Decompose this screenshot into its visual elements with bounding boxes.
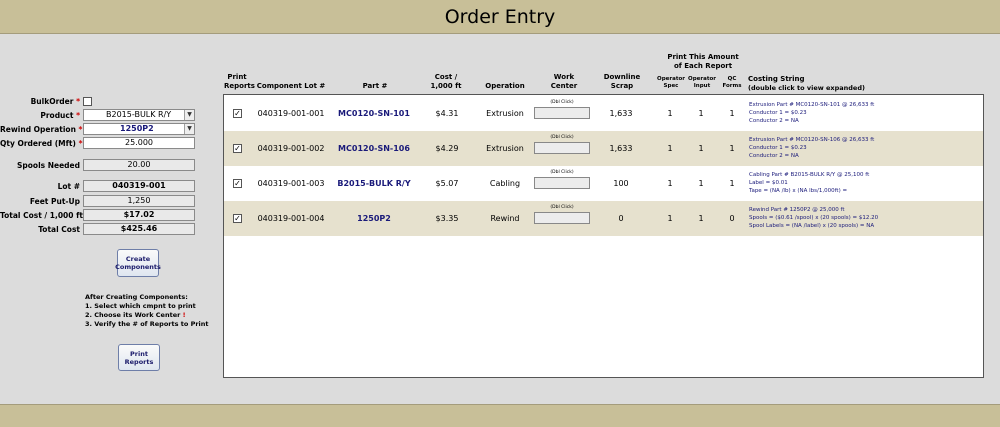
- table-row[interactable]: ✓ 040319-001-003 B2015-BULK R/Y $5.07 Ca…: [224, 166, 983, 201]
- qty-ordered-label: Qty Ordered (Mft) *: [0, 139, 83, 148]
- row-costing-string[interactable]: Cabling Part # B2015-BULK R/Y @ 25,100 f…: [749, 171, 869, 195]
- row-operation: Rewind: [490, 214, 520, 223]
- header-operator-input: Operator Input: [688, 76, 716, 89]
- row-dbl-click-hint: (Dbl Click): [550, 135, 574, 140]
- row-cost: $4.31: [435, 109, 459, 118]
- total-cost-per-1000-value: $17.02: [83, 209, 195, 221]
- row-part: 1250P2: [357, 214, 391, 223]
- footer-bar: [0, 404, 1000, 427]
- row-dbl-click-hint: (Dbl Click): [550, 170, 574, 175]
- bulk-order-checkbox[interactable]: [83, 97, 92, 106]
- row-component-lot: 040319-001-004: [257, 214, 325, 223]
- header-work-center: Work Center: [550, 73, 578, 90]
- row-operator-input[interactable]: 1: [695, 109, 707, 118]
- table-row[interactable]: ✓ 040319-001-001 MC0120-SN-101 $4.31 Ext…: [224, 96, 983, 131]
- row-cost: $4.29: [435, 144, 459, 153]
- row-component-lot: 040319-001-002: [257, 144, 325, 153]
- header-print-amount-group: Print This Amount of Each Report: [667, 53, 739, 70]
- row-print-checkbox[interactable]: ✓: [233, 214, 242, 223]
- instruction-step-1: 1. Select which cmpnt to print: [85, 302, 196, 310]
- row-print-checkbox[interactable]: ✓: [233, 144, 242, 153]
- row-part: MC0120-SN-101: [338, 109, 410, 118]
- header-part: Part #: [362, 82, 388, 90]
- row-work-center-input[interactable]: [534, 212, 590, 224]
- header-operator-spec: Operator Spec: [657, 76, 685, 89]
- total-cost-value: $425.46: [83, 223, 195, 235]
- product-label: Product *: [40, 111, 80, 120]
- print-reports-button[interactable]: Print Reports: [118, 344, 160, 371]
- row-operation: Cabling: [489, 179, 521, 188]
- row-work-center-input[interactable]: [534, 107, 590, 119]
- rewind-operation-value: 1250P2: [120, 124, 154, 133]
- total-cost-per-1000-label: Total Cost / 1,000 ft: [0, 211, 83, 220]
- chevron-down-icon[interactable]: ▼: [184, 110, 194, 120]
- row-print-checkbox[interactable]: ✓: [233, 179, 242, 188]
- row-costing-string[interactable]: Extrusion Part # MC0120-SN-101 @ 26,633 …: [749, 101, 874, 125]
- feet-put-up-label: Feet Put-Up: [29, 197, 80, 206]
- row-cost: $3.35: [435, 214, 459, 223]
- header-costing-hint: (double click to view expanded): [748, 84, 865, 92]
- row-work-center-input[interactable]: [534, 177, 590, 189]
- header-downline-scrap: Downline Scrap: [603, 73, 641, 90]
- header-operation: Operation: [485, 82, 525, 90]
- row-dbl-click-hint: (Dbl Click): [550, 100, 574, 105]
- row-operator-spec[interactable]: 1: [664, 179, 676, 188]
- row-operator-input[interactable]: 1: [695, 144, 707, 153]
- row-costing-string[interactable]: Extrusion Part # MC0120-SN-106 @ 26,633 …: [749, 136, 874, 160]
- instruction-step-2: 2. Choose its Work Center !: [85, 311, 186, 319]
- row-downline-scrap: 100: [613, 179, 629, 188]
- feet-put-up-value: 1,250: [83, 195, 195, 207]
- row-operation: Extrusion: [486, 109, 524, 118]
- header-costing-string: Costing String: [748, 75, 805, 83]
- header-cost: Cost / 1,000 ft: [430, 73, 462, 90]
- row-dbl-click-hint: (Dbl Click): [550, 205, 574, 210]
- lot-value: 040319-001: [83, 180, 195, 192]
- create-components-button[interactable]: Create Components: [115, 249, 161, 277]
- row-operator-input[interactable]: 1: [695, 179, 707, 188]
- row-part: B2015-BULK R/Y: [337, 179, 411, 188]
- row-work-center-input[interactable]: [534, 142, 590, 154]
- row-operator-spec[interactable]: 1: [664, 109, 676, 118]
- row-downline-scrap: 0: [618, 214, 624, 223]
- row-qc-forms[interactable]: 1: [726, 144, 738, 153]
- row-operation: Extrusion: [486, 144, 524, 153]
- row-costing-string[interactable]: Rewind Part # 1250P2 @ 25,000 ft Spools =…: [749, 206, 878, 230]
- instructions-heading: After Creating Components:: [85, 293, 188, 301]
- row-qc-forms[interactable]: 1: [726, 109, 738, 118]
- row-qc-forms[interactable]: 1: [726, 179, 738, 188]
- row-operator-spec[interactable]: 1: [664, 214, 676, 223]
- qty-ordered-input[interactable]: 25.000: [83, 137, 195, 149]
- bulk-order-label: BulkOrder *: [30, 97, 80, 106]
- product-select[interactable]: B2015-BULK R/Y ▼: [83, 109, 195, 121]
- row-component-lot: 040319-001-003: [257, 179, 325, 188]
- row-part: MC0120-SN-106: [338, 144, 410, 153]
- title-bar: Order Entry: [0, 0, 1000, 34]
- chevron-down-icon[interactable]: ▼: [184, 124, 194, 134]
- total-cost-label: Total Cost: [38, 225, 80, 234]
- rewind-operation-select[interactable]: 1250P2 ▼: [83, 123, 195, 135]
- table-row[interactable]: ✓ 040319-001-002 MC0120-SN-106 $4.29 Ext…: [224, 131, 983, 166]
- row-downline-scrap: 1,633: [609, 109, 633, 118]
- row-print-checkbox[interactable]: ✓: [233, 109, 242, 118]
- row-operator-spec[interactable]: 1: [664, 144, 676, 153]
- spools-needed-label: Spools Needed: [17, 161, 80, 170]
- row-cost: $5.07: [435, 179, 459, 188]
- row-qc-forms[interactable]: 0: [726, 214, 738, 223]
- instruction-step-3: 3. Verify the # of Reports to Print: [85, 320, 209, 328]
- spools-needed-value: 20.00: [83, 159, 195, 171]
- product-value: B2015-BULK R/Y: [106, 110, 172, 119]
- rewind-operation-label: Rewind Operation *: [0, 125, 83, 134]
- header-component-lot: Component Lot #: [256, 82, 326, 90]
- row-operator-input[interactable]: 1: [695, 214, 707, 223]
- row-downline-scrap: 1,633: [609, 144, 633, 153]
- header-print-reports: Print Reports: [224, 73, 255, 90]
- window-title: Order Entry: [444, 6, 556, 28]
- header-qc-forms: QC Forms: [722, 76, 742, 89]
- lot-label: Lot #: [57, 182, 80, 191]
- row-component-lot: 040319-001-001: [257, 109, 325, 118]
- table-row[interactable]: ✓ 040319-001-004 1250P2 $3.35 Rewind (Db…: [224, 201, 983, 236]
